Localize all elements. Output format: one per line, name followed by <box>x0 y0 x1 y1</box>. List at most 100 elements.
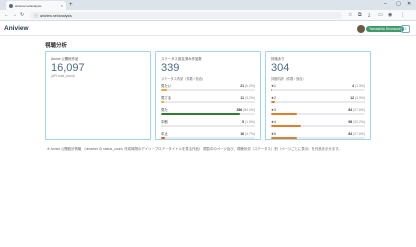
rating-row-value: 4(1.3%) <box>352 84 365 88</box>
url-text[interactable]: aniview.net/analysis <box>40 14 72 18</box>
status-row-percent: (84.4%) <box>243 108 255 112</box>
rating-row-value: 84(27.6%) <box>348 132 365 136</box>
status-row-value: 21(6.2%) <box>240 84 255 88</box>
status-row-header: 中止 16(4.7%) <box>161 132 255 136</box>
status-row: 中止 16(4.7%) <box>161 132 255 144</box>
status-row-count: 5 <box>242 120 244 124</box>
status-bar-fill <box>161 89 167 91</box>
status-bar-track <box>161 137 255 139</box>
status-row-label: 中断 <box>161 120 168 124</box>
rating-row-label: ★5 <box>271 132 276 136</box>
status-bar-track <box>161 89 255 91</box>
rating-row-value: 12(3.9%) <box>350 96 365 100</box>
site-info-icon[interactable]: ⓘ <box>34 13 38 19</box>
rating-row-header: ★4 98(32.2%) <box>271 120 365 124</box>
rating-row-header: ★1 4(1.3%) <box>271 84 365 88</box>
footnote: ※ Annict 公開統計情報 （dmarket の status_count,… <box>47 147 342 151</box>
minimize-button[interactable]: – <box>384 0 387 9</box>
browser-toolbar: ← → ↻ ⓘ aniview.net/analysis ☆ ⧉ ⤓ ▭ ◉ ⋮ <box>0 10 416 21</box>
rating-row-percent: (1.3%) <box>355 84 365 88</box>
download-icon[interactable]: ⤓ <box>368 12 370 19</box>
status-row-header: 見てる 11(3.2%) <box>161 96 255 100</box>
status-card-label: ステータス設定済み作品数 <box>161 57 202 61</box>
rating-row: ★5 84(27.6%) <box>271 132 365 144</box>
rating-card-value: 304 <box>271 62 290 74</box>
forward-arrow-icon[interactable]: → <box>12 12 17 19</box>
rating-row-label: ★3 <box>271 108 276 112</box>
maximize-button[interactable]: ▢ <box>396 0 401 9</box>
username-badge[interactable]: Yamashita Shunsuke <box>366 26 404 32</box>
status-row-percent: (3.2%) <box>245 96 255 100</box>
status-card: ステータス設定済み作品数 339 ステータス内訳（件数 / 割合） 見たい 21(… <box>155 51 261 140</box>
status-row: 中断 5(1.5%) <box>161 120 255 132</box>
extensions-icon[interactable]: ⧉ <box>358 12 362 19</box>
status-row-value: 11(3.2%) <box>240 96 255 100</box>
status-bar-track <box>161 113 255 115</box>
hamburger-menu-icon[interactable]: ≡ <box>401 25 410 33</box>
status-row-label: 見たい <box>161 84 172 88</box>
rating-bar-fill <box>271 125 302 127</box>
total-works-note: (API total_count) <box>51 74 75 78</box>
address-bar[interactable]: ⓘ aniview.net/analysis <box>30 12 342 19</box>
rating-row-header: ★2 12(3.9%) <box>271 96 365 100</box>
rating-card: 評価あり 304 評価内訳（件数 / 割合） ★1 4(1.3%) ★2 12(3.9… <box>265 51 371 140</box>
page-title: 視聴分析 <box>45 43 68 49</box>
rating-bar-fill <box>271 101 275 103</box>
rating-row-count: 12 <box>350 96 354 100</box>
status-bar-fill <box>161 125 163 127</box>
window-close-button[interactable]: ✕ <box>407 0 411 9</box>
rating-card-label: 評価あり <box>271 57 285 61</box>
rating-bar-track <box>271 137 365 139</box>
status-row-count: 21 <box>240 84 244 88</box>
profile-icon[interactable]: ◉ <box>388 12 392 19</box>
status-bar-track <box>161 125 255 127</box>
rating-row-header: ★5 84(27.6%) <box>271 132 365 136</box>
new-tab-button[interactable]: + <box>69 1 73 9</box>
total-works-card: Annict 公開総作品 16,097 (API total_count) <box>45 51 151 140</box>
rating-row: ★1 4(1.3%) <box>271 84 365 96</box>
status-row-value: 286(84.4%) <box>236 108 255 112</box>
brand-logo[interactable]: Aniview <box>4 25 29 32</box>
status-row-header: 見たい 21(6.2%) <box>161 84 255 88</box>
tab-close-icon[interactable]: × <box>61 3 63 8</box>
app-header: Aniview Yamashita Shunsuke ≡ <box>0 22 416 36</box>
status-bar-fill <box>161 137 166 139</box>
rating-row-percent: (32.2%) <box>353 120 365 124</box>
rating-row-percent: (3.9%) <box>355 96 365 100</box>
rating-rows: ★1 4(1.3%) ★2 12(3.9%) ★3 84(27.6%) ★4 98(32.2%… <box>271 84 365 144</box>
status-rows: 見たい 21(6.2%) 見てる 11(3.2%) 見た 286(84.4%) 中断 5(1.… <box>161 84 255 144</box>
rating-row: ★4 98(32.2%) <box>271 120 365 132</box>
rating-bar-fill <box>271 137 297 139</box>
sidebar-icon[interactable]: ▭ <box>378 12 383 19</box>
favicon-icon <box>9 3 13 8</box>
rating-row: ★2 12(3.9%) <box>271 96 365 108</box>
status-row-header: 見た 286(84.4%) <box>161 108 255 112</box>
rating-row-percent: (27.6%) <box>353 132 365 136</box>
status-bar-fill <box>161 113 241 115</box>
rating-row-count: 98 <box>348 120 353 124</box>
back-arrow-icon[interactable]: ← <box>4 12 9 19</box>
status-bar-fill <box>161 101 164 103</box>
browser-tab[interactable]: aniview.net/analysis × <box>6 1 66 10</box>
status-row: 見たい 21(6.2%) <box>161 84 255 96</box>
rating-dist-label: 評価内訳（件数 / 割合） <box>271 77 306 81</box>
status-row-value: 5(1.5%) <box>242 120 255 124</box>
rating-row-count: 84 <box>348 108 353 112</box>
more-menu-icon[interactable]: ⋮ <box>400 12 405 19</box>
status-dist-label: ステータス内訳（件数 / 割合） <box>161 77 206 81</box>
tab-title: aniview.net/analysis <box>15 3 42 8</box>
rating-row-count: 4 <box>352 84 354 88</box>
status-card-value: 339 <box>161 62 180 74</box>
star-icon[interactable]: ☆ <box>348 12 352 19</box>
browser-tab-strip: aniview.net/analysis × + – ▢ ✕ <box>0 0 416 10</box>
avatar[interactable] <box>357 25 365 33</box>
rating-bar-track <box>271 113 365 115</box>
status-row: 見てる 11(3.2%) <box>161 96 255 108</box>
status-bar-track <box>161 101 255 103</box>
status-row-label: 見た <box>161 108 168 112</box>
rating-row-count: 84 <box>348 132 353 136</box>
rating-row-percent: (27.6%) <box>353 108 365 112</box>
status-row-percent: (4.7%) <box>245 132 255 136</box>
status-row-header: 中断 5(1.5%) <box>161 120 255 124</box>
reload-icon[interactable]: ↻ <box>20 12 24 19</box>
